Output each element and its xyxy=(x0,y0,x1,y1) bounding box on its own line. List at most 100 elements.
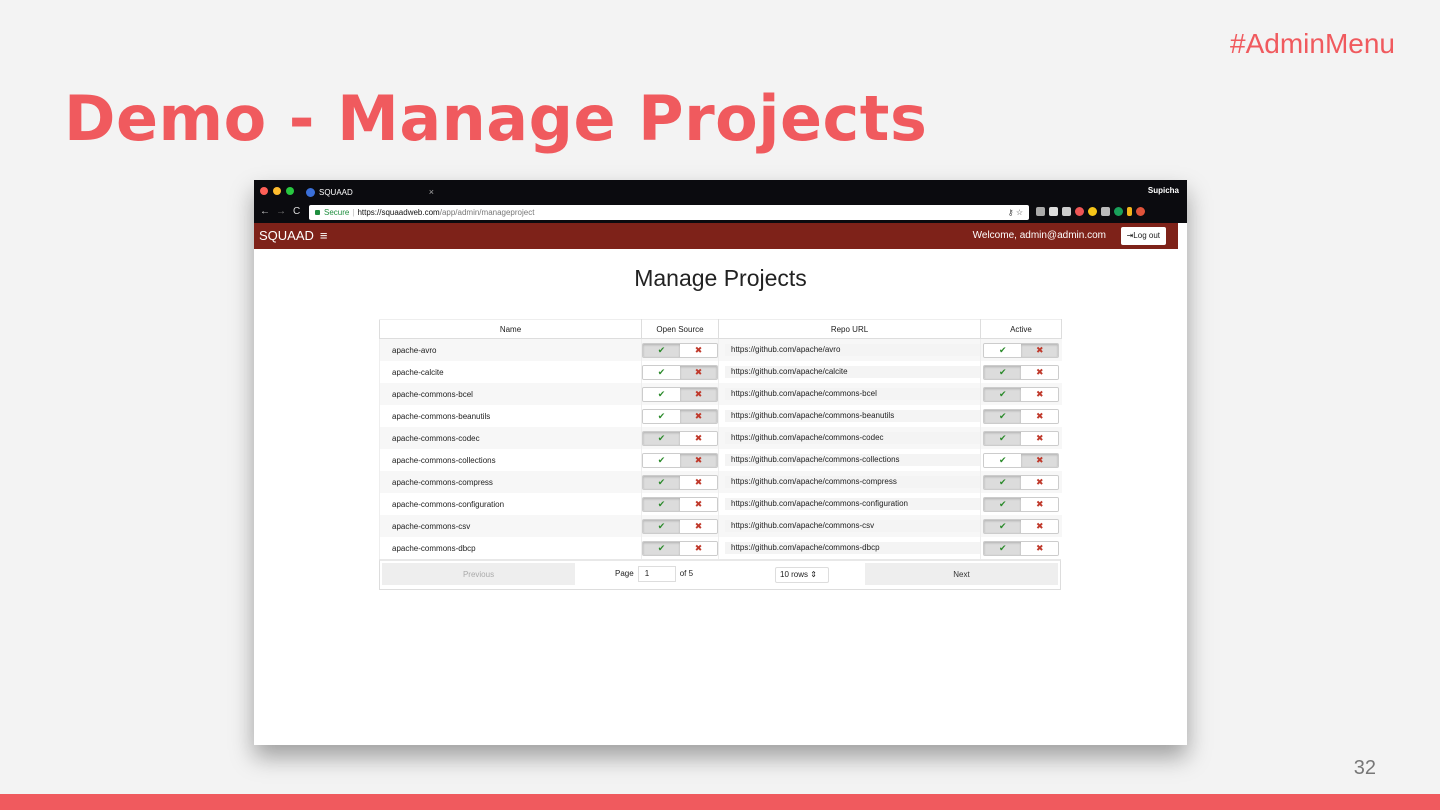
active-no-cross-icon[interactable]: ✖ xyxy=(1021,365,1059,379)
column-header-repo-url[interactable]: Repo URL xyxy=(718,319,981,339)
active-yes-check-icon[interactable]: ✔ xyxy=(984,409,1022,423)
open-source-toggle[interactable]: ✔ ✖ xyxy=(642,496,718,512)
forward-arrow-icon[interactable]: → xyxy=(276,205,286,219)
column-header-active[interactable]: Active xyxy=(980,319,1062,339)
active-yes-check-icon[interactable]: ✔ xyxy=(984,387,1022,401)
active-toggle[interactable]: ✔ ✖ xyxy=(983,540,1060,556)
repo-url-input[interactable]: https://github.com/apache/commons-dbcp xyxy=(725,542,981,554)
extension-camera-icon[interactable] xyxy=(1062,207,1071,216)
active-no-cross-icon[interactable]: ✖ xyxy=(1021,541,1059,555)
page-number-input[interactable]: 1 xyxy=(637,566,676,582)
open-source-toggle[interactable]: ✔ ✖ xyxy=(642,452,718,468)
next-button[interactable]: Next xyxy=(865,563,1058,585)
active-toggle[interactable]: ✔ ✖ xyxy=(983,518,1060,534)
active-no-cross-icon[interactable]: ✖ xyxy=(1021,431,1059,445)
open-source-yes-check-icon[interactable]: ✔ xyxy=(643,475,680,489)
back-arrow-icon[interactable]: ← xyxy=(260,205,270,219)
open-source-toggle[interactable]: ✔ ✖ xyxy=(642,518,718,534)
open-source-no-cross-icon[interactable]: ✖ xyxy=(680,387,717,401)
open-source-toggle[interactable]: ✔ ✖ xyxy=(642,408,718,424)
repo-url-input[interactable]: https://github.com/apache/calcite xyxy=(725,366,981,378)
star-icon[interactable]: ☆ xyxy=(1016,208,1023,217)
active-toggle[interactable]: ✔ ✖ xyxy=(983,408,1060,424)
active-yes-check-icon[interactable]: ✔ xyxy=(984,519,1022,533)
active-no-cross-icon[interactable]: ✖ xyxy=(1021,519,1059,533)
profile-name[interactable]: Supicha xyxy=(1148,180,1179,202)
repo-url-input[interactable]: https://github.com/apache/commons-config… xyxy=(725,498,981,510)
column-header-open-source[interactable]: Open Source xyxy=(641,319,719,339)
extension-doc-icon[interactable] xyxy=(1049,207,1058,216)
open-source-yes-check-icon[interactable]: ✔ xyxy=(643,453,680,467)
key-icon[interactable]: ⚷ xyxy=(1008,208,1014,217)
previous-button[interactable]: Previous xyxy=(382,563,575,585)
open-source-yes-check-icon[interactable]: ✔ xyxy=(643,497,680,511)
extension-pen-icon[interactable] xyxy=(1036,207,1045,216)
extension-bolt-icon[interactable] xyxy=(1127,207,1132,216)
logout-button[interactable]: ⇥Log out xyxy=(1120,227,1166,245)
active-yes-check-icon[interactable]: ✔ xyxy=(984,541,1022,555)
app-brand[interactable]: SQUAAD ≡ xyxy=(259,223,328,249)
active-no-cross-icon[interactable]: ✖ xyxy=(1021,475,1059,489)
active-yes-check-icon[interactable]: ✔ xyxy=(984,475,1022,489)
open-source-yes-check-icon[interactable]: ✔ xyxy=(643,343,680,357)
open-source-no-cross-icon[interactable]: ✖ xyxy=(680,343,717,357)
open-source-toggle[interactable]: ✔ ✖ xyxy=(642,342,718,358)
open-source-yes-check-icon[interactable]: ✔ xyxy=(643,519,680,533)
repo-url-input[interactable]: https://github.com/apache/commons-csv xyxy=(725,520,981,532)
open-source-no-cross-icon[interactable]: ✖ xyxy=(680,453,717,467)
open-source-toggle[interactable]: ✔ ✖ xyxy=(642,386,718,402)
browser-tab[interactable]: SQUAAD × xyxy=(302,183,442,202)
address-bar[interactable]: Secure | https://squaadweb.com/app/admin/m… xyxy=(309,205,1029,220)
open-source-no-cross-icon[interactable]: ✖ xyxy=(680,431,717,445)
active-no-cross-icon[interactable]: ✖ xyxy=(1021,387,1059,401)
open-source-yes-check-icon[interactable]: ✔ xyxy=(643,365,680,379)
open-source-no-cross-icon[interactable]: ✖ xyxy=(680,475,717,489)
active-no-cross-icon[interactable]: ✖ xyxy=(1021,453,1059,467)
open-source-toggle[interactable]: ✔ ✖ xyxy=(642,540,718,556)
extension-grid-icon[interactable] xyxy=(1101,207,1110,216)
column-header-name[interactable]: Name xyxy=(379,319,642,339)
repo-url-input[interactable]: https://github.com/apache/commons-beanut… xyxy=(725,410,981,422)
open-source-no-cross-icon[interactable]: ✖ xyxy=(680,497,717,511)
window-minimize-dot[interactable] xyxy=(273,187,281,195)
active-yes-check-icon[interactable]: ✔ xyxy=(984,343,1022,357)
hamburger-menu-icon[interactable]: ≡ xyxy=(320,228,328,243)
extension-record-icon[interactable] xyxy=(1136,207,1145,216)
rows-per-page-select[interactable]: 10 rows ⇕ xyxy=(775,567,829,583)
active-toggle[interactable]: ✔ ✖ xyxy=(983,342,1060,358)
active-no-cross-icon[interactable]: ✖ xyxy=(1021,409,1059,423)
active-no-cross-icon[interactable]: ✖ xyxy=(1021,343,1059,357)
repo-url-input[interactable]: https://github.com/apache/avro xyxy=(725,344,981,356)
active-toggle[interactable]: ✔ ✖ xyxy=(983,430,1060,446)
active-toggle[interactable]: ✔ ✖ xyxy=(983,386,1060,402)
open-source-no-cross-icon[interactable]: ✖ xyxy=(680,409,717,423)
window-maximize-dot[interactable] xyxy=(286,187,294,195)
open-source-yes-check-icon[interactable]: ✔ xyxy=(643,387,680,401)
open-source-no-cross-icon[interactable]: ✖ xyxy=(680,365,717,379)
open-source-toggle[interactable]: ✔ ✖ xyxy=(642,430,718,446)
tab-close-icon[interactable]: × xyxy=(429,183,434,202)
window-close-dot[interactable] xyxy=(260,187,268,195)
active-yes-check-icon[interactable]: ✔ xyxy=(984,497,1022,511)
extension-shield-icon[interactable] xyxy=(1075,207,1084,216)
reload-icon[interactable]: C xyxy=(293,205,300,219)
open-source-toggle[interactable]: ✔ ✖ xyxy=(642,364,718,380)
active-yes-check-icon[interactable]: ✔ xyxy=(984,365,1022,379)
active-yes-check-icon[interactable]: ✔ xyxy=(984,453,1022,467)
open-source-toggle[interactable]: ✔ ✖ xyxy=(642,474,718,490)
active-toggle[interactable]: ✔ ✖ xyxy=(983,474,1060,490)
repo-url-input[interactable]: https://github.com/apache/commons-compre… xyxy=(725,476,981,488)
repo-url-input[interactable]: https://github.com/apache/commons-codec xyxy=(725,432,981,444)
active-no-cross-icon[interactable]: ✖ xyxy=(1021,497,1059,511)
open-source-yes-check-icon[interactable]: ✔ xyxy=(643,409,680,423)
open-source-no-cross-icon[interactable]: ✖ xyxy=(680,519,717,533)
extension-face-icon[interactable] xyxy=(1088,207,1097,216)
active-toggle[interactable]: ✔ ✖ xyxy=(983,452,1060,468)
active-yes-check-icon[interactable]: ✔ xyxy=(984,431,1022,445)
repo-url-input[interactable]: https://github.com/apache/commons-collec… xyxy=(725,454,981,466)
active-toggle[interactable]: ✔ ✖ xyxy=(983,496,1060,512)
open-source-yes-check-icon[interactable]: ✔ xyxy=(643,431,680,445)
open-source-yes-check-icon[interactable]: ✔ xyxy=(643,541,680,555)
active-toggle[interactable]: ✔ ✖ xyxy=(983,364,1060,380)
extension-g-icon[interactable] xyxy=(1114,207,1123,216)
